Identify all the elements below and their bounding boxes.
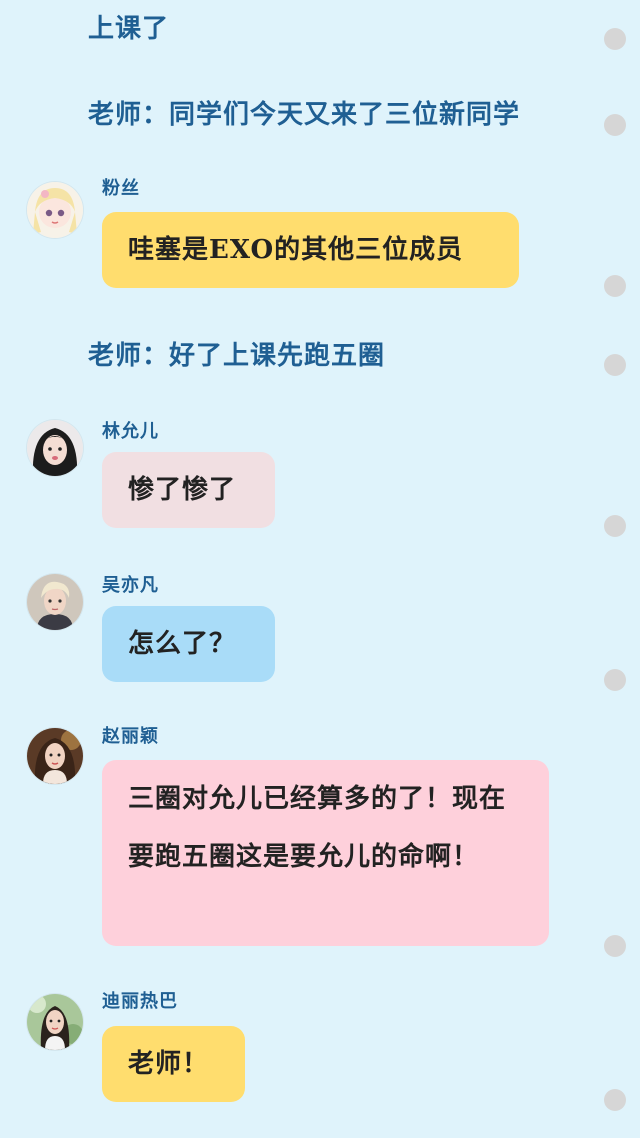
scroll-dot-icon <box>604 28 626 50</box>
avatar[interactable] <box>27 728 83 784</box>
scroll-dot-icon <box>604 275 626 297</box>
scroll-dot-icon <box>604 354 626 376</box>
avatar[interactable] <box>27 420 83 476</box>
avatar[interactable] <box>27 994 83 1050</box>
scroll-dot-icon <box>604 1089 626 1111</box>
sender-name: 迪丽热巴 <box>102 991 178 1012</box>
message-bubble: 怎么了？ <box>102 606 275 682</box>
message-bubble: 三圈对允儿已经算多的了！现在要跑五圈这是要允儿的命啊！ <box>102 760 549 946</box>
message-bubble: 哇塞是EXO的其他三位成员 <box>102 212 519 288</box>
scroll-dot-icon <box>604 669 626 691</box>
chat-story-page: 上课了 老师：同学们今天又来了三位新同学 老师：好了上课先跑五圈 粉丝 哇塞是E… <box>0 0 640 1138</box>
message-bubble: 老师！ <box>102 1026 245 1102</box>
message-bubble: 惨了惨了 <box>102 452 275 528</box>
avatar[interactable] <box>27 574 83 630</box>
sender-name: 林允儿 <box>102 421 159 442</box>
narration-line: 上课了 <box>88 14 170 44</box>
sender-name: 吴亦凡 <box>102 575 159 596</box>
narration-line: 老师：同学们今天又来了三位新同学 <box>88 100 521 130</box>
scroll-dot-icon <box>604 935 626 957</box>
narration-line: 老师：好了上课先跑五圈 <box>88 341 386 371</box>
scroll-dot-icon <box>604 114 626 136</box>
avatar[interactable] <box>27 182 83 238</box>
sender-name: 粉丝 <box>102 178 140 199</box>
sender-name: 赵丽颖 <box>102 726 159 747</box>
scroll-dot-icon <box>604 515 626 537</box>
